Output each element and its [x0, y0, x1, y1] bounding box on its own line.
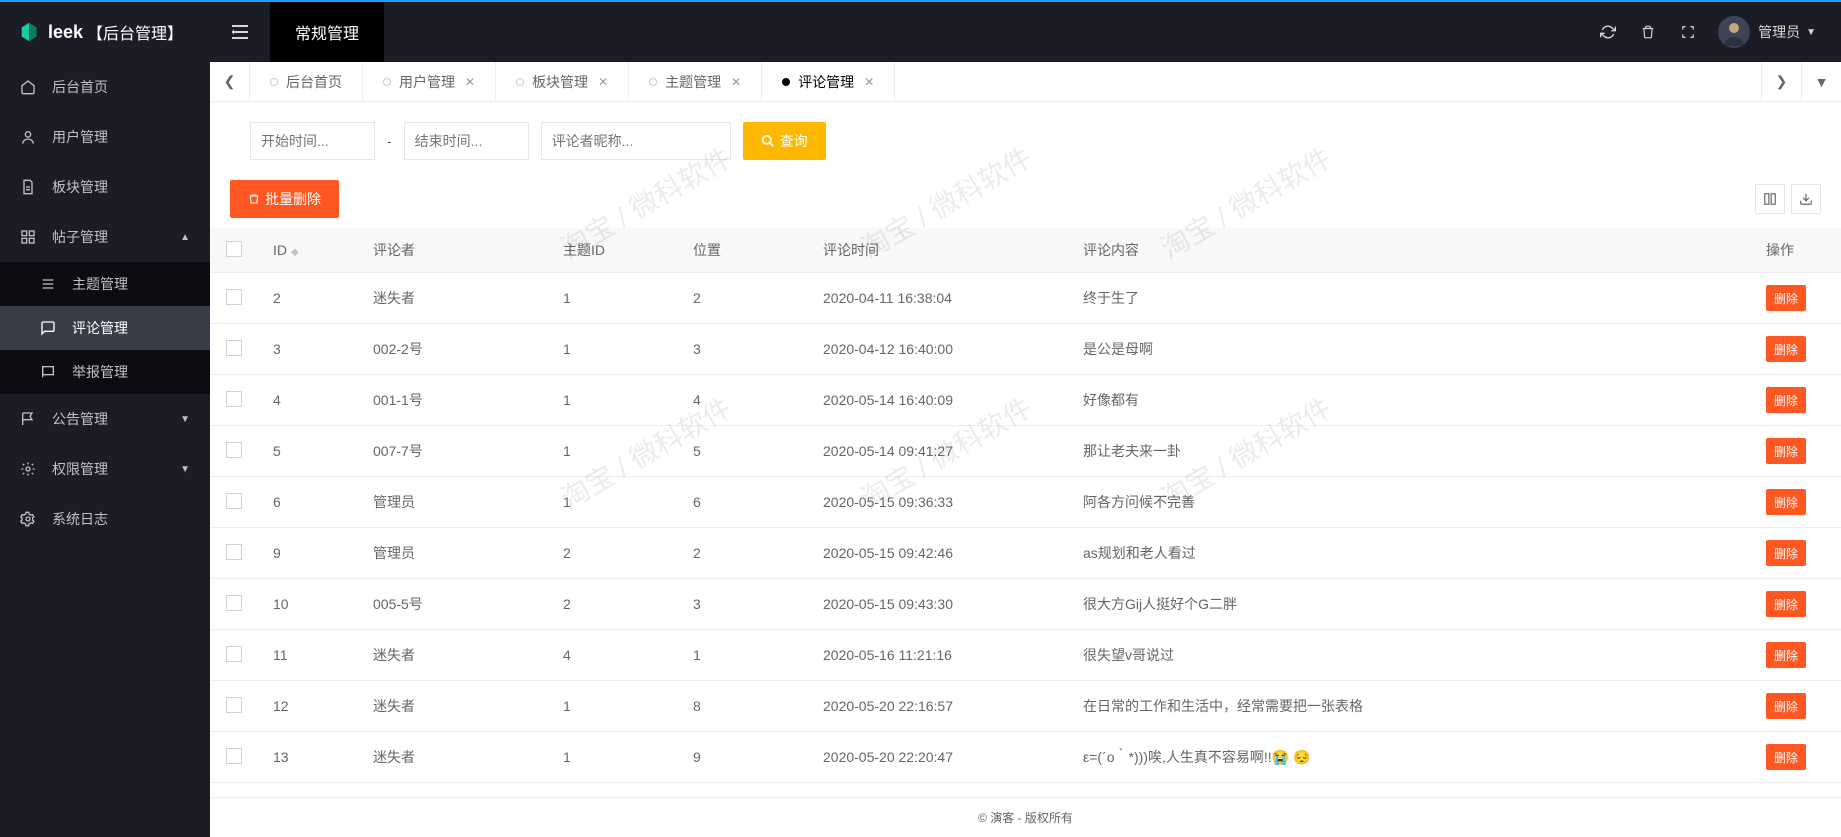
row-checkbox[interactable] [226, 748, 242, 764]
row-checkbox[interactable] [226, 289, 242, 305]
page-tabs: ❮ 后台首页用户管理✕板块管理✕主题管理✕评论管理✕ ❯ ▼ [210, 62, 1841, 102]
sidebar: 后台首页用户管理板块管理帖子管理▲主题管理评论管理举报管理公告管理▼权限管理▼系… [0, 62, 210, 837]
trash-icon [248, 192, 260, 206]
brand-name: leek [48, 22, 83, 43]
row-checkbox[interactable] [226, 595, 242, 611]
search-icon [761, 134, 775, 148]
gear2-icon [20, 511, 40, 527]
sidebar-item-4[interactable]: 公告管理▼ [0, 394, 210, 444]
columns-button[interactable] [1755, 184, 1785, 214]
top-tab-general[interactable]: 常规管理 [270, 2, 384, 62]
delete-button[interactable]: 删除 [1766, 438, 1806, 464]
logo-icon [18, 21, 40, 43]
delete-button[interactable]: 删除 [1766, 591, 1806, 617]
brand-suffix: 【后台管理】 [87, 20, 183, 44]
user-icon [20, 129, 40, 145]
sidebar-item-3[interactable]: 帖子管理▲ [0, 212, 210, 262]
tab-4[interactable]: 评论管理✕ [762, 62, 895, 101]
table-toolbar: 批量删除 [210, 180, 1841, 228]
header: leek 【后台管理】 常规管理 管理员 ▼ [0, 2, 1841, 62]
chevron-down-icon: ▼ [1806, 27, 1816, 38]
sidebar-item-1[interactable]: 用户管理 [0, 112, 210, 162]
sidebar-item-5[interactable]: 权限管理▼ [0, 444, 210, 494]
content-area: 淘宝 / 微科软件 淘宝 / 微科软件 淘宝 / 微科软件 淘宝 / 微科软件 … [210, 102, 1841, 797]
row-checkbox[interactable] [226, 544, 242, 560]
footer: © 演客 - 版权所有 [210, 797, 1841, 837]
username-menu[interactable]: 管理员 ▼ [1758, 22, 1831, 42]
select-all-checkbox[interactable] [226, 241, 242, 257]
table-row: 5007-7号152020-05-14 09:41:27那让老夫来一卦删除 [210, 426, 1841, 477]
table-row: 2迷失者122020-04-11 16:38:04终于生了删除 [210, 273, 1841, 324]
end-time-input[interactable] [404, 122, 529, 160]
row-checkbox[interactable] [226, 340, 242, 356]
search-button[interactable]: 查询 [743, 122, 826, 160]
logo[interactable]: leek 【后台管理】 [0, 2, 210, 62]
delete-button[interactable]: 删除 [1766, 540, 1806, 566]
chat-icon [40, 320, 60, 336]
chevron-icon: ▼ [180, 464, 190, 475]
row-checkbox[interactable] [226, 697, 242, 713]
sidebar-toggle[interactable] [210, 2, 270, 62]
gear-icon [20, 461, 40, 477]
grid-icon [20, 229, 40, 245]
table-row: 12迷失者182020-05-20 22:16:57在日常的工作和生活中，经常需… [210, 681, 1841, 732]
close-icon[interactable]: ✕ [731, 75, 741, 89]
table-row: 4001-1号142020-05-14 16:40:09好像都有删除 [210, 375, 1841, 426]
row-checkbox[interactable] [226, 442, 242, 458]
fullscreen-icon[interactable] [1668, 2, 1708, 62]
tab-3[interactable]: 主题管理✕ [629, 62, 762, 101]
list-icon [40, 276, 60, 292]
chevron-icon: ▼ [180, 414, 190, 425]
sidebar-item-2[interactable]: 板块管理 [0, 162, 210, 212]
nickname-input[interactable] [541, 122, 731, 160]
delete-button[interactable]: 删除 [1766, 336, 1806, 362]
sidebar-item-2[interactable]: 举报管理 [0, 350, 210, 394]
row-checkbox[interactable] [226, 646, 242, 662]
batch-delete-button[interactable]: 批量删除 [230, 180, 339, 218]
close-icon[interactable]: ✕ [864, 75, 874, 89]
tab-1[interactable]: 用户管理✕ [363, 62, 496, 101]
flag2-icon [20, 411, 40, 427]
row-checkbox[interactable] [226, 493, 242, 509]
row-checkbox[interactable] [226, 391, 242, 407]
tab-0[interactable]: 后台首页 [250, 62, 363, 101]
delete-button[interactable]: 删除 [1766, 744, 1806, 770]
refresh-icon[interactable] [1588, 2, 1628, 62]
sidebar-item-6[interactable]: 系统日志 [0, 494, 210, 544]
comments-table: ID◆ 评论者 主题ID 位置 评论时间 评论内容 操作 2迷失者122020-… [210, 228, 1841, 783]
trash-icon[interactable] [1628, 2, 1668, 62]
avatar[interactable] [1718, 16, 1750, 48]
delete-button[interactable]: 删除 [1766, 642, 1806, 668]
table-row: 6管理员162020-05-15 09:36:33阿各方问候不完善删除 [210, 477, 1841, 528]
export-button[interactable] [1791, 184, 1821, 214]
tabs-menu[interactable]: ▼ [1801, 62, 1841, 101]
close-icon[interactable]: ✕ [598, 75, 608, 89]
table-row: 3002-2号132020-04-12 16:40:00是公是母啊删除 [210, 324, 1841, 375]
table-row: 11迷失者412020-05-16 11:21:16很失望v哥说过删除 [210, 630, 1841, 681]
table-row: 13迷失者192020-05-20 22:20:47ε=(´ο｀*)))唉,人生… [210, 732, 1841, 783]
table-row: 9管理员222020-05-15 09:42:46as规划和老人看过删除 [210, 528, 1841, 579]
close-icon[interactable]: ✕ [465, 75, 475, 89]
flag-icon [40, 364, 60, 380]
delete-button[interactable]: 删除 [1766, 285, 1806, 311]
sidebar-item-0[interactable]: 后台首页 [0, 62, 210, 112]
tabs-scroll-right[interactable]: ❯ [1761, 62, 1801, 101]
sort-icon[interactable]: ◆ [291, 247, 299, 258]
delete-button[interactable]: 删除 [1766, 489, 1806, 515]
delete-button[interactable]: 删除 [1766, 693, 1806, 719]
sidebar-item-1[interactable]: 评论管理 [0, 306, 210, 350]
home-icon [20, 79, 40, 95]
start-time-input[interactable] [250, 122, 375, 160]
tab-2[interactable]: 板块管理✕ [496, 62, 629, 101]
chevron-icon: ▲ [180, 232, 190, 243]
table-row: 10005-5号232020-05-15 09:43:30很大方Gij人挺好个G… [210, 579, 1841, 630]
sidebar-item-0[interactable]: 主题管理 [0, 262, 210, 306]
tabs-scroll-left[interactable]: ❮ [210, 62, 250, 101]
filter-bar: - 查询 [210, 102, 1841, 180]
doc-icon [20, 179, 40, 195]
delete-button[interactable]: 删除 [1766, 387, 1806, 413]
